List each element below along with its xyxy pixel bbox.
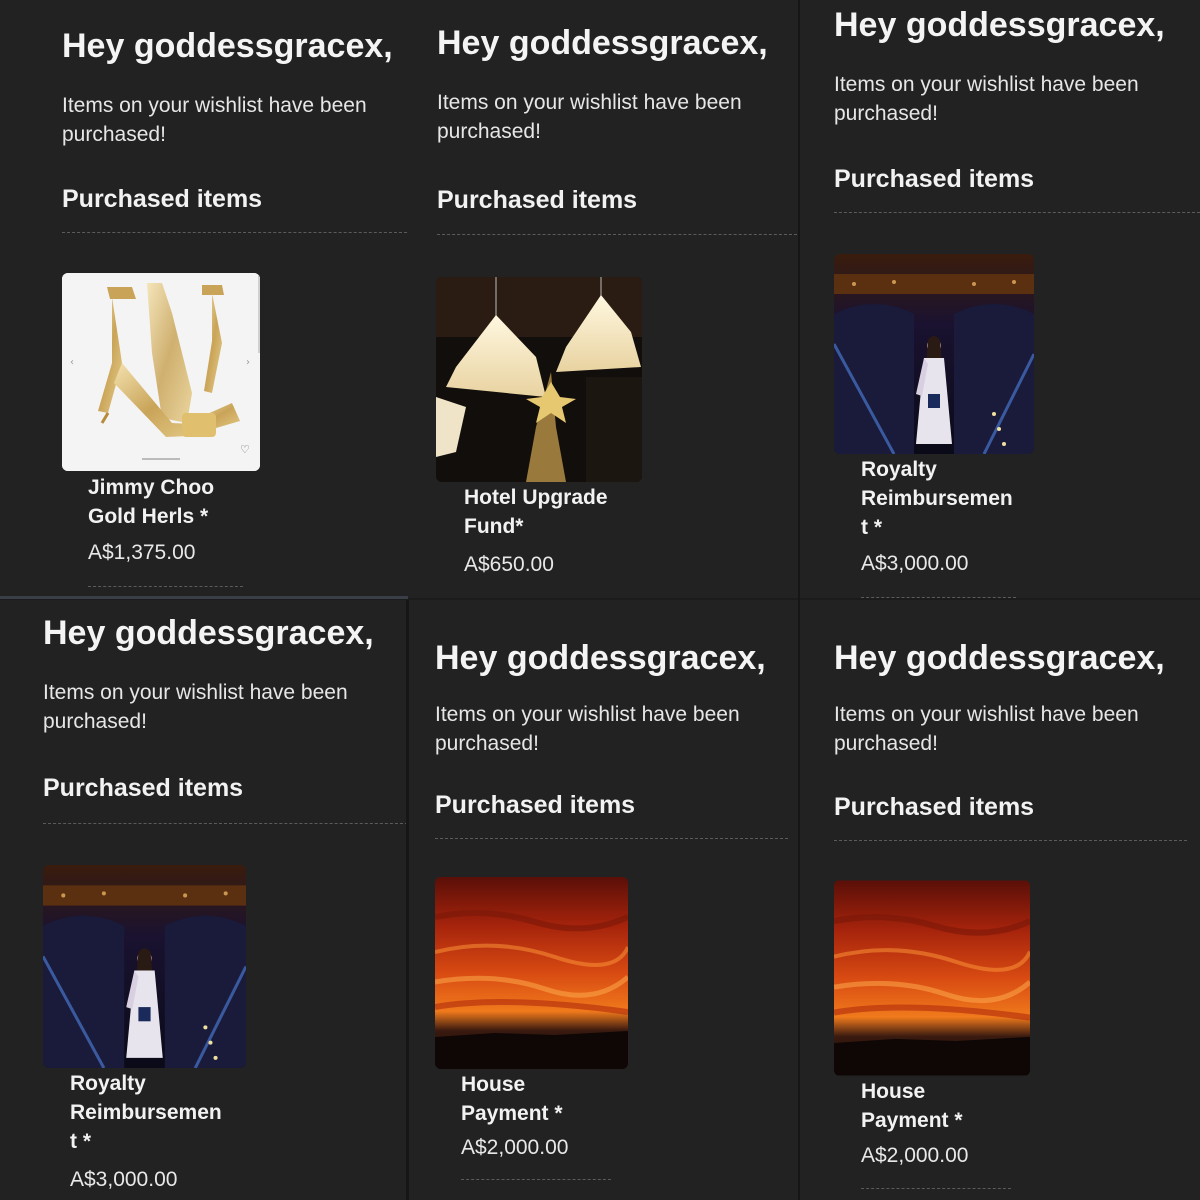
sunset-illustration <box>834 880 1030 1076</box>
item-name[interactable]: Hotel Upgrade Fund* <box>464 483 608 541</box>
greeting-heading: Hey goddessgracex, <box>834 6 1165 44</box>
greeting-heading: Hey goddessgracex, <box>43 614 374 652</box>
item-name[interactable]: Jimmy Choo Gold Herls * <box>88 473 214 531</box>
greeting-heading: Hey goddessgracex, <box>62 27 393 65</box>
item-divider <box>461 1179 611 1180</box>
email-panel-1: Hey goddessgracex, Items on your wishlis… <box>0 0 408 598</box>
section-divider <box>43 823 408 824</box>
hotel-lamps-image[interactable] <box>436 277 642 482</box>
collage-divider <box>798 600 800 1200</box>
svg-text:‹: ‹ <box>70 357 74 368</box>
woman-on-staircase-image[interactable] <box>43 865 246 1068</box>
sunset-illustration <box>435 877 628 1069</box>
svg-text:♡: ♡ <box>240 443 250 456</box>
item-divider <box>861 1188 1011 1189</box>
email-panel-5: Hey goddessgracex, Items on your wishlis… <box>408 600 800 1200</box>
item-price: A$2,000.00 <box>461 1136 569 1159</box>
purchased-items-heading: Purchased items <box>62 185 263 213</box>
wishlist-message: Items on your wishlist have been purchas… <box>43 681 348 733</box>
greeting-heading: Hey goddessgracex, <box>834 639 1165 677</box>
item-price: A$2,000.00 <box>861 1144 969 1167</box>
item-name[interactable]: House Payment * <box>461 1070 563 1128</box>
item-name[interactable]: House Payment * <box>861 1077 963 1135</box>
section-divider <box>62 232 407 233</box>
purchased-items-heading: Purchased items <box>834 165 1035 193</box>
item-name[interactable]: Royalty Reimbursemen t * <box>70 1069 222 1156</box>
collage-divider <box>406 600 409 1200</box>
item-divider <box>861 597 1016 598</box>
section-divider <box>834 212 1200 213</box>
section-divider <box>437 234 797 235</box>
red-sunset-image[interactable] <box>834 880 1030 1076</box>
collage-divider <box>0 596 408 599</box>
purchased-items-heading: Purchased items <box>435 791 636 819</box>
item-price: A$1,375.00 <box>88 541 196 564</box>
item-price: A$3,000.00 <box>70 1168 178 1191</box>
woman-on-staircase-image[interactable] <box>834 254 1034 454</box>
wishlist-message: Items on your wishlist have been purchas… <box>437 91 742 143</box>
red-sunset-image[interactable] <box>435 877 628 1069</box>
greeting-heading: Hey goddessgracex, <box>435 639 766 677</box>
hotel-lamps-illustration <box>436 277 642 482</box>
section-divider <box>435 838 788 839</box>
sandal-illustration: ‹ › ♡ <box>62 273 260 471</box>
purchased-items-heading: Purchased items <box>834 793 1035 821</box>
item-price: A$3,000.00 <box>861 552 969 575</box>
item-name[interactable]: Royalty Reimbursemen t * <box>861 455 1013 542</box>
collage-divider <box>798 0 800 600</box>
gold-sandal-image[interactable]: ‹ › ♡ <box>62 273 260 471</box>
email-panel-4: Hey goddessgracex, Items on your wishlis… <box>0 600 408 1200</box>
email-panel-3: Hey goddessgracex, Items on your wishlis… <box>800 0 1200 598</box>
wishlist-message: Items on your wishlist have been purchas… <box>834 73 1139 125</box>
purchased-items-heading: Purchased items <box>43 774 244 802</box>
email-panel-2: Hey goddessgracex, Items on your wishlis… <box>408 0 800 598</box>
wishlist-message: Items on your wishlist have been purchas… <box>435 703 740 755</box>
item-divider <box>88 586 243 587</box>
purchased-items-heading: Purchased items <box>437 186 638 214</box>
item-price: A$650.00 <box>464 553 554 576</box>
staircase-illustration <box>834 254 1034 454</box>
staircase-illustration <box>43 865 246 1068</box>
greeting-heading: Hey goddessgracex, <box>437 24 768 62</box>
wishlist-message: Items on your wishlist have been purchas… <box>834 703 1139 755</box>
section-divider <box>834 840 1187 841</box>
wishlist-message: Items on your wishlist have been purchas… <box>62 94 367 146</box>
email-panel-6: Hey goddessgracex, Items on your wishlis… <box>800 600 1200 1200</box>
svg-text:›: › <box>246 357 250 368</box>
